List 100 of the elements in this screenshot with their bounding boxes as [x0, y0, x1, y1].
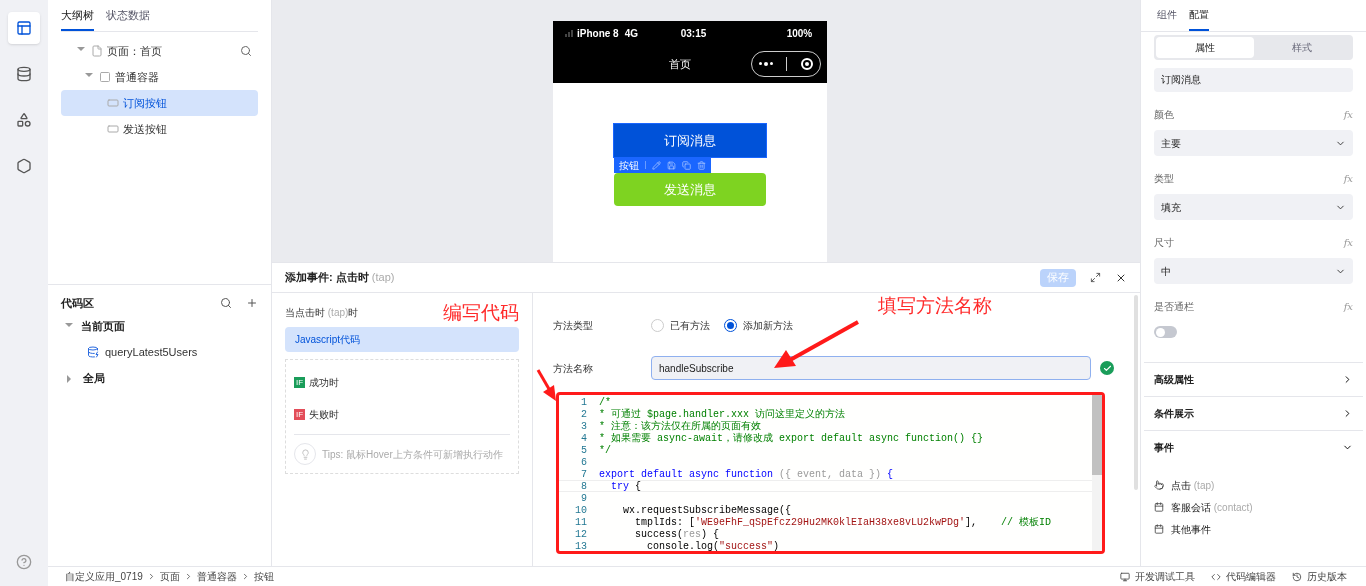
code-icon	[1211, 571, 1221, 582]
radio-option[interactable]: 已有方法	[651, 317, 710, 333]
line-number: 11	[574, 515, 588, 530]
button-shape-icon	[107, 123, 119, 135]
code-line: /*	[599, 395, 611, 409]
field-label: 尺寸	[1154, 235, 1175, 250]
network-text: 4G	[624, 26, 640, 41]
panel-tab[interactable]: 状态数据	[106, 6, 150, 31]
phone-button[interactable]: 订阅消息	[614, 124, 766, 157]
code-line: * 可通过 $page.handler.xxx 访问这里定义的方法	[599, 407, 846, 420]
field-label: 类型	[1154, 171, 1175, 186]
action-item[interactable]: Javascript代码	[285, 327, 519, 352]
section-title: 代码区	[61, 295, 95, 311]
more-icon	[758, 62, 773, 66]
panel-title: 添加事件: 点击时 (tap)	[285, 270, 396, 286]
code-line: try {	[610, 479, 642, 494]
tree-label[interactable]: 当前页面	[81, 317, 125, 335]
tree-item[interactable]: 订阅按钮	[61, 90, 258, 116]
battery-text: 100%	[786, 26, 813, 41]
field-label: 方法类型	[553, 318, 594, 333]
pointer-icon	[1154, 480, 1164, 490]
signal-icon	[565, 29, 573, 37]
line-number: 5	[580, 443, 588, 458]
select-field[interactable]: 填充	[1154, 194, 1353, 220]
page-title: 首页	[668, 56, 692, 72]
line-number: 9	[580, 491, 588, 506]
section-header[interactable]: 条件展示	[1144, 396, 1363, 430]
panel-tab[interactable]: 组件	[1157, 7, 1177, 31]
monitor-icon	[1120, 571, 1130, 582]
code-editor[interactable]	[556, 392, 1105, 554]
search-icon[interactable]	[220, 297, 232, 309]
code-line: * 如果需要 async-await，请修改成 export default async function() {}	[599, 431, 984, 445]
annotation-text: 编写代码	[443, 302, 519, 324]
copy-icon[interactable]	[682, 160, 691, 170]
breadcrumb-item[interactable]: 自定义应用_0719	[65, 569, 143, 584]
text-field[interactable]: 订阅消息	[1154, 68, 1353, 92]
tree-item[interactable]: 发送按钮	[61, 116, 258, 142]
branch-label[interactable]: 失败时	[309, 406, 340, 422]
tool-button[interactable]: 开发调试工具	[1120, 569, 1195, 584]
button-shape-icon	[107, 97, 119, 109]
line-number: 12	[574, 527, 588, 542]
tree-label: 发送按钮	[123, 121, 167, 137]
search-icon[interactable]	[240, 45, 252, 57]
time-text: 03:15	[680, 26, 708, 41]
breadcrumb-item[interactable]: 按钮	[253, 569, 274, 584]
calendar-icon	[1154, 502, 1164, 512]
segment-tab[interactable]: 属性	[1156, 37, 1254, 58]
if-badge: IF	[294, 376, 306, 388]
scrollbar[interactable]	[1092, 395, 1102, 551]
radio-option[interactable]: 添加新方法	[724, 317, 793, 333]
panel-tab[interactable]: 配置	[1189, 7, 1209, 31]
select-field[interactable]: 中	[1154, 258, 1353, 284]
section-header[interactable]: 高级属性	[1144, 362, 1363, 396]
tree-label[interactable]: 全局	[83, 369, 105, 387]
breadcrumb-item[interactable]: 普通容器	[196, 569, 237, 584]
plus-icon[interactable]	[246, 297, 258, 309]
breadcrumb-item[interactable]: 页面	[159, 569, 180, 584]
segment-tab[interactable]: 样式	[1253, 37, 1351, 58]
tree-item[interactable]: 页面：首页	[61, 38, 258, 64]
if-badge: IF	[294, 408, 306, 420]
code-line: * 注意：该方法仅在所属的页面有效	[599, 418, 761, 433]
line-number: 3	[580, 419, 588, 434]
line-number: 4	[580, 431, 588, 446]
tree-label: 页面：首页	[107, 43, 162, 59]
field-label: 颜色	[1154, 107, 1175, 122]
toggle-switch[interactable]	[1154, 326, 1177, 338]
toolbar-label: 按钮	[619, 158, 639, 173]
line-number: 8	[580, 479, 588, 494]
component-icon	[99, 71, 111, 83]
event-item[interactable]: 点击 (tap)	[1171, 477, 1215, 493]
trash-icon[interactable]	[697, 160, 706, 170]
query-icon	[87, 346, 99, 358]
tree-item[interactable]: queryLatest5Users	[105, 343, 198, 361]
line-number: 1	[580, 395, 588, 410]
help-icon[interactable]	[16, 554, 32, 570]
line-number: 10	[574, 503, 588, 518]
field-label: 是否通栏	[1154, 299, 1195, 314]
select-field[interactable]: 主要	[1154, 130, 1353, 156]
trigger-label: 当点击时 (tap)时	[285, 306, 359, 320]
carrier-text: iPhone 8	[577, 26, 619, 41]
code-line: */	[599, 443, 611, 458]
section-header[interactable]: 事件	[1144, 430, 1363, 464]
branch-label[interactable]: 成功时	[309, 374, 340, 390]
method-name-field[interactable]: handleSubscribe	[651, 356, 1091, 380]
tool-button[interactable]: 代码编辑器	[1211, 569, 1276, 584]
tool-button[interactable]: 历史版本	[1292, 569, 1347, 584]
calendar-icon	[1154, 524, 1164, 534]
save-icon[interactable]	[667, 160, 676, 170]
layout-icon[interactable]	[8, 12, 40, 44]
code-line: tmplIds: ['WE9eFhF_qSpEfcz29Hu2MK0klEIaH38xe8vLU2kwPDg'], // 模板ID	[634, 515, 1052, 529]
code-line: export default async function ({ event, data }) {	[599, 467, 894, 481]
expand-icon[interactable]	[1090, 272, 1101, 283]
tree-item[interactable]: 普通容器	[61, 64, 258, 90]
line-number: 13	[574, 539, 588, 551]
event-item[interactable]: 客服会话 (contact)	[1171, 499, 1253, 515]
panel-tab[interactable]: 大纲树	[61, 6, 94, 31]
annotation-text: 填写方法名称	[878, 294, 992, 318]
event-item[interactable]: 其他事件	[1171, 521, 1211, 537]
tips-text: Tips: 鼠标Hover上方条件可新增执行动作	[322, 447, 503, 462]
file-icon	[91, 45, 103, 57]
